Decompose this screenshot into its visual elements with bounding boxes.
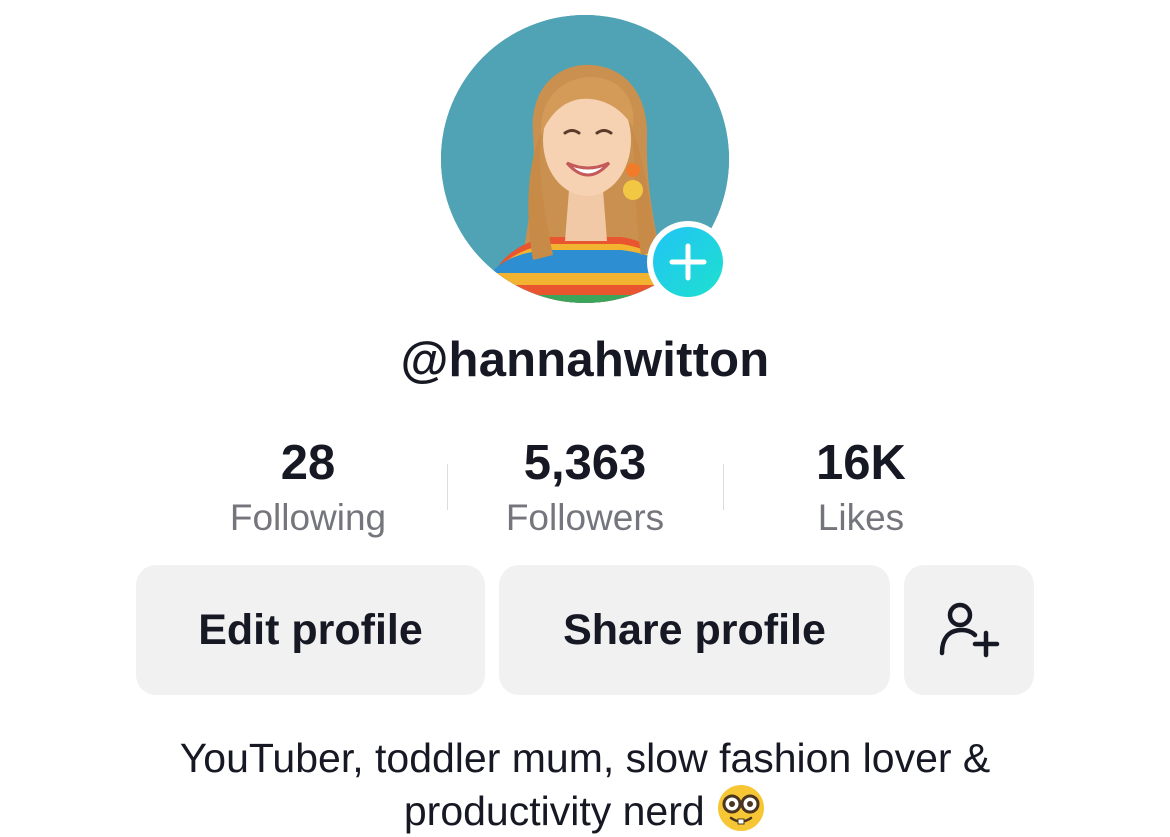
followers-label: Followers <box>505 497 665 538</box>
person-add-icon <box>939 602 1000 658</box>
likes-label: Likes <box>817 497 905 538</box>
stats-row: 28 Following 5,363 Followers 16K Likes <box>170 434 1000 554</box>
bio: YouTuber, toddler mum, slow fashion love… <box>100 733 1070 836</box>
stat-following[interactable]: 28 Following <box>170 434 446 546</box>
add-friend-button[interactable] <box>904 565 1034 695</box>
share-profile-button[interactable]: Share profile <box>499 565 890 695</box>
followers-count: 5,363 <box>523 436 647 490</box>
plus-icon <box>653 227 723 297</box>
stat-likes[interactable]: 16K Likes <box>723 434 999 546</box>
likes-count: 16K <box>816 436 906 490</box>
edit-profile-button[interactable]: Edit profile <box>136 565 485 695</box>
following-label: Following <box>229 497 387 538</box>
add-story-button[interactable] <box>647 221 729 303</box>
profile-page: @hannahwitton 28 Following 5,363 Followe… <box>0 0 1170 837</box>
following-count: 28 <box>280 436 336 490</box>
username: @hannahwitton <box>400 333 770 387</box>
avatar-container <box>441 15 729 303</box>
bio-text: YouTuber, toddler mum, slow fashion love… <box>179 735 991 834</box>
nerd-face-emoji-icon <box>718 785 765 831</box>
stat-followers[interactable]: 5,363 Followers <box>447 434 723 546</box>
